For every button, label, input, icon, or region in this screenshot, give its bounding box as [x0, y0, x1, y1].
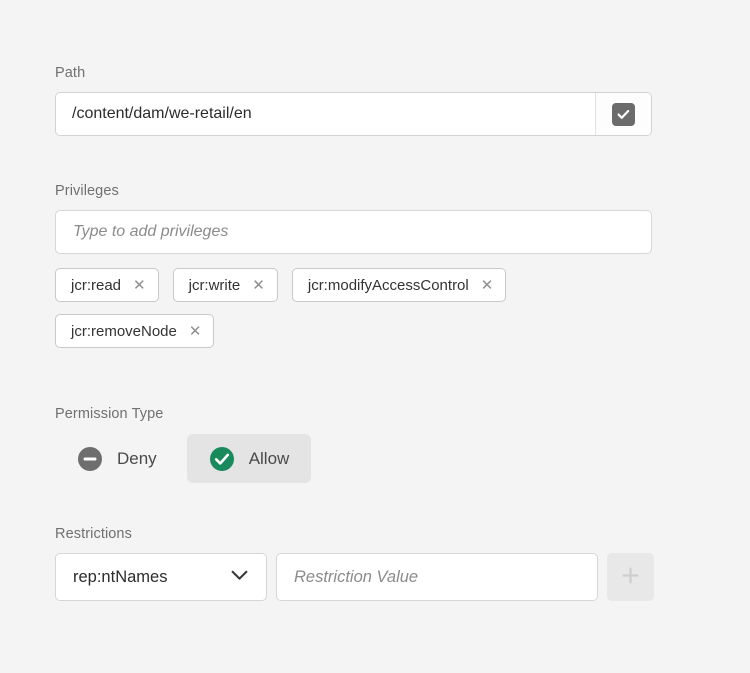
- restriction-name-select[interactable]: rep:ntNames: [55, 553, 267, 601]
- check-circle-icon: [209, 446, 235, 472]
- privilege-tag-label: jcr:removeNode: [71, 323, 177, 340]
- path-input[interactable]: [56, 93, 595, 135]
- close-icon[interactable]: ✕: [189, 324, 202, 339]
- close-icon[interactable]: ✕: [252, 278, 265, 293]
- privileges-label: Privileges: [55, 183, 655, 199]
- privilege-tag[interactable]: jcr:removeNode ✕: [55, 314, 214, 348]
- restriction-value-input[interactable]: [276, 553, 598, 601]
- privileges-field-group: Privileges jcr:read ✕ jcr:write ✕ jcr:mo…: [55, 183, 655, 348]
- privilege-tag-label: jcr:modifyAccessControl: [308, 277, 469, 294]
- privilege-tag[interactable]: jcr:read ✕: [55, 268, 159, 302]
- permission-option-allow[interactable]: Allow: [187, 434, 312, 483]
- close-icon[interactable]: ✕: [481, 278, 494, 293]
- restrictions-row: rep:ntNames: [55, 553, 654, 601]
- permission-type-label: Permission Type: [55, 406, 311, 422]
- path-label: Path: [55, 65, 652, 81]
- chevron-down-icon: [231, 568, 248, 586]
- permission-option-deny[interactable]: Deny: [55, 434, 179, 483]
- checkmark-icon: [612, 103, 635, 126]
- privileges-input[interactable]: [55, 210, 652, 254]
- minus-circle-icon: [77, 446, 103, 472]
- privilege-tag-label: jcr:write: [189, 277, 241, 294]
- restrictions-group: Restrictions rep:ntNames: [55, 526, 654, 601]
- permission-type-options: Deny Allow: [55, 434, 311, 483]
- path-field-group: Path: [55, 65, 652, 136]
- permission-option-deny-label: Deny: [117, 449, 157, 469]
- privilege-tag[interactable]: jcr:modifyAccessControl ✕: [292, 268, 506, 302]
- path-checkbox-button[interactable]: [595, 93, 651, 135]
- permission-type-group: Permission Type Deny Allow: [55, 406, 311, 483]
- add-restriction-button[interactable]: [607, 553, 654, 601]
- privilege-tag-label: jcr:read: [71, 277, 121, 294]
- permission-option-allow-label: Allow: [249, 449, 290, 469]
- plus-icon: [621, 566, 640, 588]
- path-input-group: [55, 92, 652, 136]
- restriction-name-value: rep:ntNames: [56, 568, 167, 587]
- restrictions-label: Restrictions: [55, 526, 654, 542]
- privileges-tag-list: jcr:read ✕ jcr:write ✕ jcr:modifyAccessC…: [55, 268, 655, 348]
- privilege-tag[interactable]: jcr:write ✕: [173, 268, 278, 302]
- close-icon[interactable]: ✕: [133, 278, 146, 293]
